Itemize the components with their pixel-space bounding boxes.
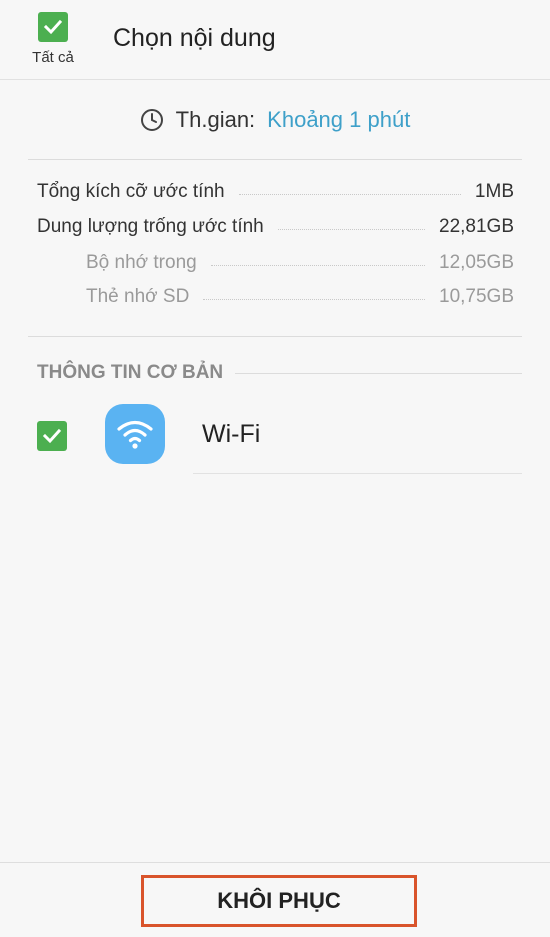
select-all-toggle[interactable]: Tất cả	[26, 12, 80, 66]
item-divider	[193, 473, 522, 474]
size-label: Tổng kích cỡ ước tính	[37, 181, 225, 202]
dotted-leader	[203, 298, 425, 300]
select-all-checkbox[interactable]	[38, 12, 68, 42]
size-row-free: Dung lượng trống ước tính 22,81GB	[37, 216, 514, 238]
wifi-app-icon[interactable]	[105, 404, 165, 464]
wifi-checkbox[interactable]	[37, 421, 67, 451]
clock-icon	[140, 109, 163, 131]
time-estimate-row: Th.gian: Khoảng 1 phút	[0, 81, 550, 159]
page-title: Chọn nội dung	[113, 24, 276, 52]
restore-button[interactable]: KHÔI PHỤC	[141, 875, 417, 927]
dotted-leader	[277, 228, 425, 230]
footer: KHÔI PHỤC	[0, 862, 550, 937]
time-value: Khoảng 1 phút	[267, 107, 411, 132]
size-label: Dung lượng trống ước tính	[37, 216, 264, 237]
divider	[28, 159, 522, 160]
dotted-leader	[238, 193, 461, 195]
wifi-icon	[117, 420, 153, 449]
size-value: 22,81GB	[439, 216, 514, 237]
wifi-label[interactable]: Wi-Fi	[202, 420, 260, 449]
size-value: 1MB	[474, 181, 514, 202]
section-header: THÔNG TIN CƠ BẢN	[37, 362, 522, 384]
size-row-internal: Bộ nhớ trong 12,05GB	[86, 252, 514, 274]
size-label: Bộ nhớ trong	[86, 252, 197, 273]
size-label: Thẻ nhớ SD	[86, 286, 190, 307]
section-title: THÔNG TIN CƠ BẢN	[37, 362, 224, 383]
check-icon	[43, 19, 63, 35]
time-label: Th.gian:	[175, 107, 256, 132]
divider	[28, 336, 522, 337]
size-row-sd-card: Thẻ nhớ SD 10,75GB	[86, 286, 514, 308]
screen: Tất cả Chọn nội dung Th.gian: Khoảng 1 p…	[0, 0, 550, 937]
select-all-label: Tất cả	[32, 49, 74, 66]
section-line	[235, 372, 522, 374]
size-value: 10,75GB	[439, 286, 514, 307]
size-row-total: Tổng kích cỡ ước tính 1MB	[37, 181, 514, 203]
header: Tất cả Chọn nội dung	[0, 0, 550, 80]
size-value: 12,05GB	[439, 252, 514, 273]
check-icon	[42, 428, 62, 444]
dotted-leader	[210, 264, 425, 266]
